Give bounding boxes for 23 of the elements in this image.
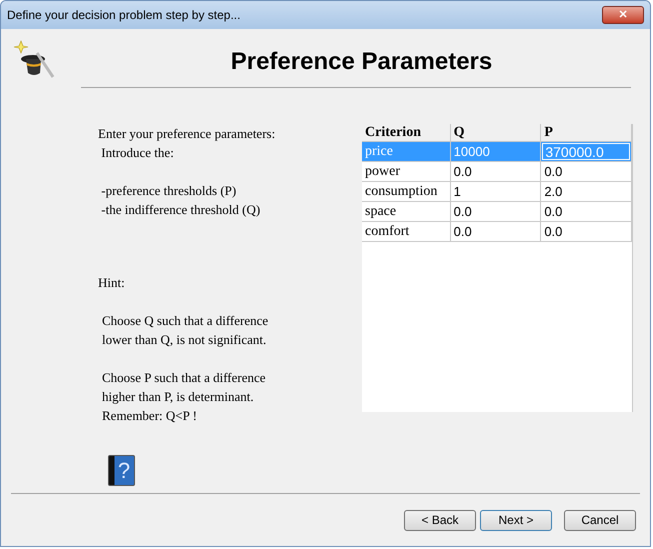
table-row[interactable]: comfort 0.0 0.0: [362, 222, 632, 242]
wizard-button[interactable]: Cancel: [564, 510, 636, 530]
table-cell: 0.0: [450, 222, 542, 242]
hint-label: Hint:: [98, 274, 126, 292]
window-title: Define your decision problem step by step...: [7, 7, 240, 24]
hint-text: lower than Q, is not significant.: [102, 331, 268, 349]
table-row[interactable]: power 0.0 0.0: [362, 162, 632, 182]
instruction-text: Enter your preference parameters:: [98, 125, 276, 143]
hint-text: Remember: Q<P !: [102, 407, 198, 425]
hint-text: Choose P such that a difference: [102, 369, 267, 387]
hint-text: higher than P, is determinant.: [102, 388, 255, 406]
page-heading: Preference Parameters: [230, 47, 492, 77]
table-cell: 0.0: [541, 222, 632, 242]
hint-text: Choose Q such that a difference: [102, 312, 270, 330]
help-book-button[interactable]: ?: [108, 455, 135, 486]
table-row[interactable]: consumption 1 2.0: [362, 182, 632, 202]
table-cell: comfort: [362, 222, 451, 242]
instruction-text: -the indifference threshold (Q): [100, 201, 262, 219]
instruction-text: -preference thresholds (P): [100, 182, 238, 200]
table-row[interactable]: space 0.0 0.0: [362, 202, 632, 222]
wizard-button[interactable]: Next >: [480, 510, 552, 530]
instruction-text: Introduce the:: [100, 144, 175, 162]
wizard-button[interactable]: < Back: [404, 510, 476, 530]
